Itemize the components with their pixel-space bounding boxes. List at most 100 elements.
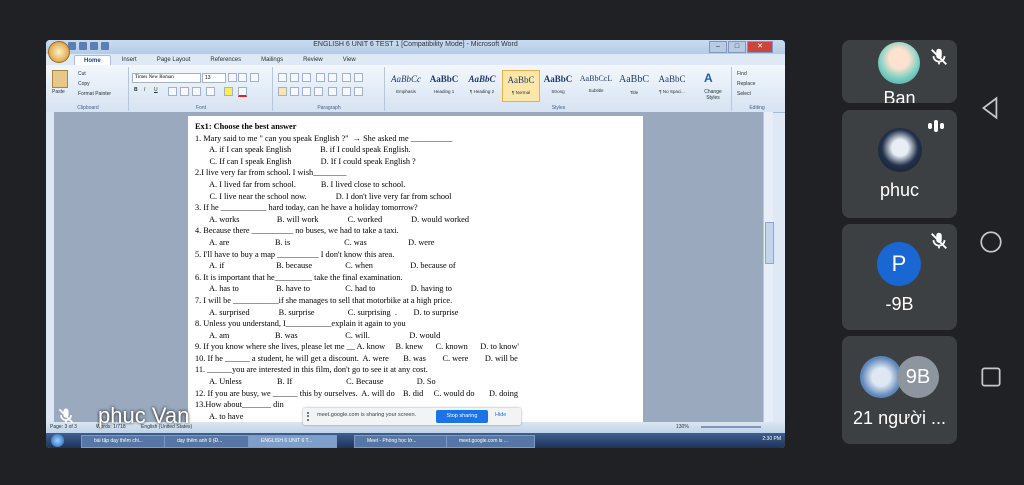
vertical-ruler <box>46 112 54 422</box>
taskbar-item-word[interactable]: ENGLISH 6 UNIT 6 T... <box>248 435 337 448</box>
vertical-scrollbar[interactable] <box>763 112 774 422</box>
document-line: 3. If he ___________ hard today, can he … <box>195 203 418 213</box>
participant-name: Ban <box>883 88 916 103</box>
redo-icon[interactable] <box>90 42 98 50</box>
mic-off-icon <box>931 48 947 65</box>
shrink-font-icon[interactable] <box>238 73 247 82</box>
document-line: 1. Mary said to me " can you speak Engli… <box>195 133 453 143</box>
style-subtitle[interactable]: AaBbCcL Subtitle <box>578 70 614 100</box>
strikethrough-icon[interactable] <box>168 87 177 96</box>
change-styles-icon[interactable]: A <box>704 71 718 85</box>
shading-icon[interactable] <box>342 87 351 96</box>
numbering-icon[interactable] <box>290 73 299 82</box>
participant-tile[interactable]: Ban <box>842 40 957 103</box>
font-name-select[interactable]: Times New Roman <box>132 73 201 83</box>
paste-icon[interactable] <box>52 70 68 88</box>
align-left-icon[interactable] <box>278 87 287 96</box>
document-line: 11. ______you are interested in this fil… <box>195 365 428 375</box>
recent-apps-icon[interactable] <box>978 364 1004 390</box>
document-line: 7. I will be ___________if she manages t… <box>195 295 453 305</box>
participant-tile[interactable]: P -9B <box>842 224 957 330</box>
copy-button[interactable]: Copy <box>78 81 90 87</box>
zoom-level[interactable]: 130% <box>676 424 689 430</box>
participant-count: 21 người ... <box>853 408 946 428</box>
style-heading-1[interactable]: AaBbC Heading 1 <box>426 70 462 100</box>
scroll-thumb[interactable] <box>765 222 774 264</box>
sort-icon[interactable] <box>342 73 351 82</box>
cut-button[interactable]: Cut <box>78 71 86 77</box>
close-button[interactable]: ✕ <box>747 41 773 53</box>
print-icon[interactable] <box>101 42 109 50</box>
document-page[interactable]: Ex1: Choose the best answer 1. Mary said … <box>188 116 643 426</box>
participant-name: phuc <box>879 180 920 200</box>
participant-tile[interactable]: phuc <box>842 110 957 218</box>
change-case-icon[interactable] <box>206 87 215 96</box>
style-emphasis[interactable]: AaBbCc Emphasis <box>388 70 424 100</box>
drag-handle-icon[interactable] <box>307 412 314 421</box>
editing-group: Find Replace Select Editing <box>733 67 781 111</box>
justify-icon[interactable] <box>314 87 323 96</box>
system-clock[interactable]: 2:30 PM <box>762 436 781 442</box>
style-strong[interactable]: AaBbC Strong <box>540 70 576 100</box>
underline-icon[interactable]: U <box>154 87 158 93</box>
superscript-icon[interactable] <box>192 87 201 96</box>
bullets-icon[interactable] <box>278 73 287 82</box>
paste-button[interactable]: Paste <box>52 89 65 95</box>
taskbar-item-sharing[interactable]: meet.google.com is ... <box>446 435 535 448</box>
clear-format-icon[interactable] <box>250 73 259 82</box>
align-right-icon[interactable] <box>302 87 311 96</box>
clipboard-group: Paste Cut Copy Format Painter Clipboard <box>48 67 129 111</box>
select-button[interactable]: Select <box>737 91 751 97</box>
taskbar-item[interactable]: bài tập dạy thêm chi... <box>81 435 170 448</box>
maximize-button[interactable]: □ <box>728 41 746 53</box>
bold-icon[interactable]: B <box>134 87 138 93</box>
participant-avatar <box>878 128 922 172</box>
office-button[interactable] <box>48 41 70 63</box>
zoom-slider[interactable] <box>701 426 761 428</box>
start-button[interactable] <box>51 434 64 447</box>
multilevel-icon[interactable] <box>302 73 311 82</box>
document-line: Ex1: Choose the best answer <box>195 122 297 131</box>
increase-indent-icon[interactable] <box>328 73 337 82</box>
undo-icon[interactable] <box>79 42 87 50</box>
format-painter-button[interactable]: Format Painter <box>78 91 111 97</box>
change-styles-button[interactable]: Change Styles <box>698 89 728 101</box>
hide-button[interactable]: Hide <box>495 412 506 418</box>
subscript-icon[interactable] <box>180 87 189 96</box>
style-normal[interactable]: AaBbC ¶ Normal <box>502 70 540 102</box>
font-size-select[interactable]: 13 <box>202 73 226 83</box>
word-title-bar: ENGLISH 6 UNIT 6 TEST 1 [Compatibility M… <box>46 40 785 54</box>
minimize-button[interactable]: – <box>709 41 727 53</box>
mic-off-icon <box>58 408 74 424</box>
document-line: A. if B. because C. when D. because of <box>195 261 456 271</box>
stop-sharing-button[interactable]: Stop sharing <box>436 410 488 423</box>
window-controls: – □ ✕ <box>709 41 773 53</box>
speaking-indicator-icon <box>928 120 944 132</box>
style-no-spacing[interactable]: AaBbC ¶ No Spaci... <box>654 70 690 100</box>
quick-access-toolbar <box>68 42 109 50</box>
line-spacing-icon[interactable] <box>328 87 337 96</box>
mic-off-icon <box>931 232 947 249</box>
participant-name: -9B <box>885 294 914 314</box>
window-title: ENGLISH 6 UNIT 6 TEST 1 [Compatibility M… <box>313 41 518 48</box>
document-text[interactable]: Ex1: Choose the best answer 1. Mary said … <box>195 121 635 422</box>
italic-icon[interactable]: I <box>144 87 145 93</box>
document-line: A. surprised B. surprise C. surprising .… <box>195 307 459 317</box>
show-marks-icon[interactable] <box>354 73 363 82</box>
find-button[interactable]: Find <box>737 71 747 77</box>
align-center-icon[interactable] <box>290 87 299 96</box>
decrease-indent-icon[interactable] <box>316 73 325 82</box>
style-heading-2[interactable]: AaBbC ¶ Heading 2 <box>464 70 500 100</box>
style-title[interactable]: AaBbC Title <box>616 70 652 100</box>
taskbar-item-meet[interactable]: Meet - Phòng học lớ... <box>354 435 453 448</box>
taskbar-item[interactable]: dạy thêm anh 9 (Đ... <box>164 435 253 448</box>
borders-icon[interactable] <box>354 87 363 96</box>
back-icon[interactable] <box>978 95 1004 121</box>
grow-font-icon[interactable] <box>228 73 237 82</box>
replace-button[interactable]: Replace <box>737 81 755 87</box>
more-participants-tile[interactable]: 9B 21 người ... <box>842 336 957 444</box>
font-color-icon[interactable] <box>238 87 247 97</box>
home-icon[interactable] <box>978 229 1004 255</box>
ribbon: Paste Cut Copy Format Painter Clipboard … <box>46 65 785 113</box>
highlight-icon[interactable] <box>224 87 233 96</box>
